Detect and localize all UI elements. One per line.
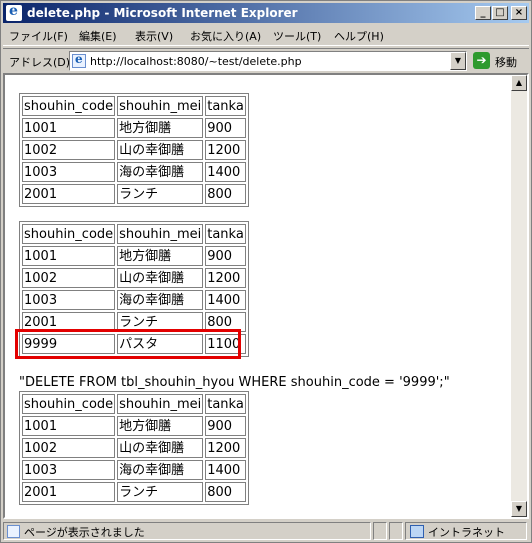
column-header: tanka [205, 394, 246, 414]
menu-view[interactable]: 表示(V) [135, 28, 173, 44]
table-cell: 1002 [22, 268, 116, 288]
column-header: shouhin_mei [117, 96, 204, 116]
table-row: 1001 地方御膳 900 [22, 416, 246, 436]
go-arrow-icon: ➔ [473, 52, 490, 69]
table-cell: 海の幸御膳 [117, 290, 204, 310]
table-cell: ランチ [117, 184, 204, 204]
table-cell: 地方御膳 [117, 416, 204, 436]
table-row: 2001 ランチ 800 [22, 482, 246, 502]
address-dropdown-button[interactable]: ▼ [450, 52, 466, 70]
table-row: 1003 海の幸御膳 1400 [22, 162, 246, 182]
intranet-zone-icon [410, 525, 424, 538]
menu-edit[interactable]: 編集(E) [79, 28, 117, 44]
table-cell: 800 [205, 482, 246, 502]
table-cell: 900 [205, 118, 246, 138]
table-cell: 1001 [22, 416, 116, 436]
table-cell: 山の幸御膳 [117, 140, 204, 160]
table-cell: 2001 [22, 482, 116, 502]
maximize-button[interactable]: □ [492, 6, 508, 20]
table-cell: 山の幸御膳 [117, 268, 204, 288]
table-cell: 1400 [205, 290, 246, 310]
menu-bar: ファイル(F) 編集(E) 表示(V) お気に入り(A) ツール(T) ヘルプ(… [3, 25, 529, 46]
go-button[interactable]: ➔ 移動 [473, 51, 527, 71]
table-cell: 海の幸御膳 [117, 460, 204, 480]
status-bar: ページが表示されました イントラネット [3, 520, 529, 542]
table-cell: 1003 [22, 460, 116, 480]
menu-tools[interactable]: ツール(T) [273, 28, 321, 44]
page-content: shouhin_code shouhin_mei tanka 1001 地方御膳 900 1… [3, 73, 529, 519]
table-cell: 1001 [22, 118, 116, 138]
column-header: shouhin_code [22, 394, 116, 414]
table-row: 1001 地方御膳 900 [22, 118, 246, 138]
table-cell: 1003 [22, 162, 116, 182]
products-table-after: shouhin_code shouhin_mei tanka 1001 地方御膳 900 1… [19, 391, 249, 505]
sql-statement: "DELETE FROM tbl_shouhin_hyou WHERE shou… [19, 375, 450, 390]
table-cell: 2001 [22, 184, 116, 204]
table-cell: 地方御膳 [117, 246, 204, 266]
security-zone[interactable]: イントラネット [405, 522, 527, 540]
table-cell: 800 [205, 184, 246, 204]
table-row: 1001 地方御膳 900 [22, 246, 246, 266]
highlight-box [15, 329, 241, 359]
menu-help[interactable]: ヘルプ(H) [334, 28, 384, 44]
column-header: shouhin_code [22, 224, 116, 244]
table-cell: 1400 [205, 460, 246, 480]
status-cell-blank-1 [373, 522, 387, 540]
table-cell: 1001 [22, 246, 116, 266]
close-button[interactable]: × [511, 6, 527, 20]
table-cell: 1003 [22, 290, 116, 310]
header-row: shouhin_code shouhin_mei tanka [22, 224, 246, 244]
table-cell: 1400 [205, 162, 246, 182]
page-icon [72, 52, 86, 68]
table-cell: 1200 [205, 140, 246, 160]
title-bar[interactable]: delete.php - Microsoft Internet Explorer… [3, 3, 529, 23]
table-row: 1002 山の幸御膳 1200 [22, 140, 246, 160]
header-row: shouhin_code shouhin_mei tanka [22, 96, 246, 116]
vertical-scrollbar[interactable]: ▲ ▼ [511, 75, 527, 517]
address-input[interactable]: http://localhost:8080/~test/delete.php ▼ [69, 51, 467, 71]
table-cell: 1200 [205, 268, 246, 288]
table-row: 1003 海の幸御膳 1400 [22, 460, 246, 480]
column-header: shouhin_mei [117, 394, 204, 414]
table-cell: 海の幸御膳 [117, 162, 204, 182]
menu-file[interactable]: ファイル(F) [9, 28, 68, 44]
menu-favorites[interactable]: お気に入り(A) [190, 28, 261, 44]
table-cell: 山の幸御膳 [117, 438, 204, 458]
table-cell: 1200 [205, 438, 246, 458]
address-label: アドレス(D) [9, 56, 71, 69]
table-cell: 地方御膳 [117, 118, 204, 138]
zone-text: イントラネット [428, 526, 505, 539]
ie-icon [6, 3, 22, 21]
go-label: 移動 [495, 56, 517, 69]
status-main: ページが表示されました [3, 522, 371, 540]
page-done-icon [7, 525, 20, 538]
browser-window: delete.php - Microsoft Internet Explorer… [0, 0, 532, 543]
column-header: tanka [205, 96, 246, 116]
table-row: 1002 山の幸御膳 1200 [22, 268, 246, 288]
table-row: 1003 海の幸御膳 1400 [22, 290, 246, 310]
table-cell: 900 [205, 416, 246, 436]
table-cell: 900 [205, 246, 246, 266]
table-row: 2001 ランチ 800 [22, 184, 246, 204]
document-body: shouhin_code shouhin_mei tanka 1001 地方御膳 900 1… [5, 75, 513, 517]
window-title: delete.php - Microsoft Internet Explorer [27, 6, 298, 20]
table-cell: 1002 [22, 438, 116, 458]
column-header: tanka [205, 224, 246, 244]
status-text: ページが表示されました [24, 526, 145, 539]
column-header: shouhin_code [22, 96, 116, 116]
products-table-before: shouhin_code shouhin_mei tanka 1001 地方御膳 900 1… [19, 93, 249, 207]
address-bar: アドレス(D) http://localhost:8080/~test/dele… [3, 48, 529, 72]
table-cell: 1002 [22, 140, 116, 160]
scroll-down-button[interactable]: ▼ [511, 501, 527, 517]
address-value: http://localhost:8080/~test/delete.php [90, 55, 302, 68]
table-row: 1002 山の幸御膳 1200 [22, 438, 246, 458]
minimize-button[interactable]: _ [475, 6, 491, 20]
scroll-up-button[interactable]: ▲ [511, 75, 527, 91]
column-header: shouhin_mei [117, 224, 204, 244]
status-cell-blank-2 [389, 522, 403, 540]
header-row: shouhin_code shouhin_mei tanka [22, 394, 246, 414]
table-cell: ランチ [117, 482, 204, 502]
